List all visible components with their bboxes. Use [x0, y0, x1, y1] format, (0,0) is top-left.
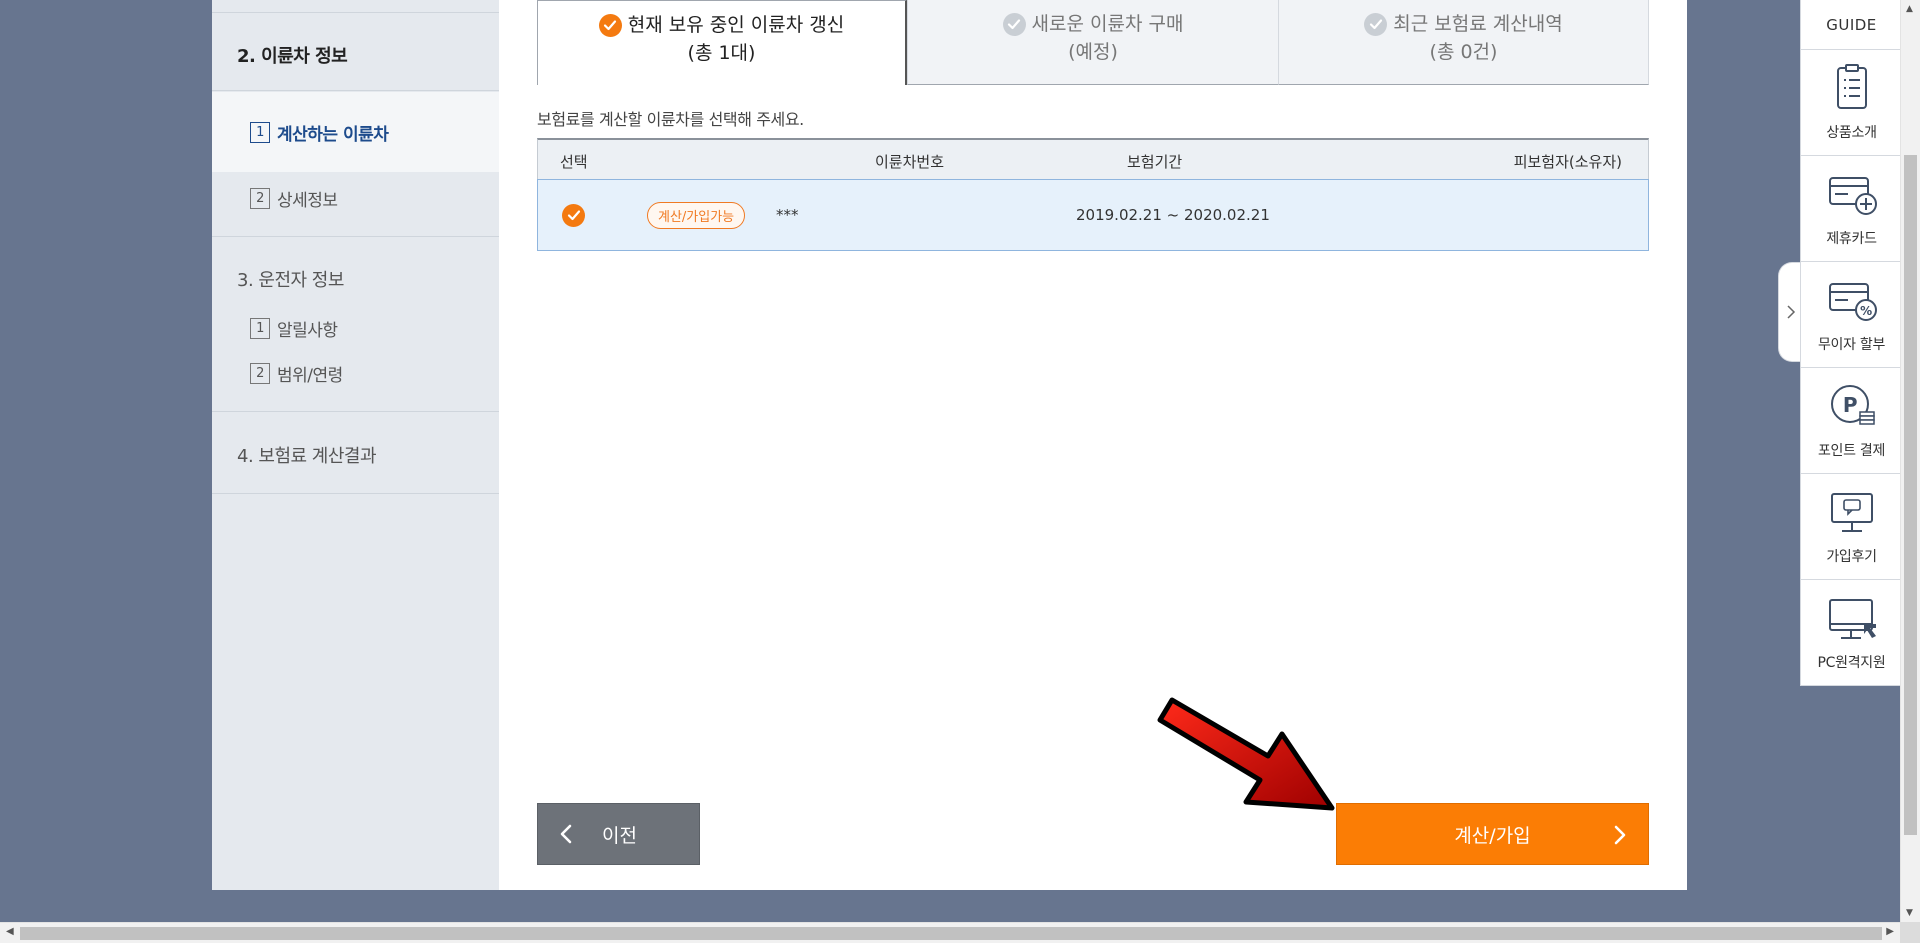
- guide-item-label: 제휴카드: [1826, 230, 1877, 247]
- status-badge: 계산/가입가능: [647, 201, 746, 229]
- guide-item-label: PC원격지원: [1817, 654, 1886, 671]
- divider: [212, 493, 499, 494]
- horizontal-scroll-thumb[interactable]: [20, 927, 1882, 940]
- svg-text:P: P: [1842, 393, 1856, 417]
- svg-text:%: %: [1860, 304, 1872, 318]
- credit-card-plus-icon: [1828, 176, 1877, 215]
- vertical-scrollbar[interactable]: ▲ ▼: [1900, 0, 1920, 922]
- prev-button-label: 이전: [602, 824, 637, 847]
- header-select: 선택: [560, 153, 588, 171]
- check-circle-icon[interactable]: [562, 203, 585, 227]
- scroll-up-icon[interactable]: ▲: [1906, 4, 1913, 14]
- guide-item-reviews[interactable]: 가입후기: [1801, 474, 1902, 580]
- red-arrow-annotation: [1157, 697, 1335, 811]
- clipboard-list-icon: [1836, 63, 1867, 109]
- row-period: 2019.02.21 ~ 2020.02.21: [1076, 206, 1270, 224]
- header-period: 보험기간: [1127, 153, 1183, 171]
- scroll-down-icon[interactable]: ▼: [1906, 908, 1913, 918]
- guide-item-label: 상품소개: [1826, 124, 1877, 141]
- check-circle-icon: [598, 13, 622, 37]
- main-panel: 2. 이륜차 정보 1 계산하는 이륜차 2 상세정보 3. 운전자 정보 1 …: [212, 0, 1687, 890]
- vehicle-tabs: 현재 보유 중인 이륜차 갱신 (총 1대) 새로운 이륜차 구매 (예정) 최…: [537, 0, 1649, 85]
- sidebar-item-notice[interactable]: 1 알릴사항: [212, 310, 499, 346]
- tab-subtitle: (총 1대): [687, 42, 756, 64]
- table-row[interactable]: 계산/가입가능 *** 2019.02.21 ~ 2020.02.21: [537, 179, 1649, 251]
- monitor-cursor-icon: [1828, 598, 1876, 639]
- sidebar-step-vehicle-info[interactable]: 2. 이륜차 정보: [212, 42, 499, 68]
- vertical-scroll-thumb[interactable]: [1904, 155, 1917, 835]
- tab-title: 새로운 이륜차 구매: [1031, 13, 1184, 35]
- chevron-right-icon: [1614, 825, 1626, 845]
- step-number: 2: [250, 187, 270, 209]
- check-circle-icon: [1002, 12, 1026, 36]
- sidebar-steps: 2. 이륜차 정보 1 계산하는 이륜차 2 상세정보 3. 운전자 정보 1 …: [212, 0, 499, 890]
- vehicle-table: 선택 이륜차번호 보험기간 피보험자(소유자) 계산/가입가능 *** 2019…: [537, 138, 1649, 251]
- step-number: 2: [250, 362, 270, 384]
- scrollbar-corner: [1900, 922, 1920, 943]
- divider: [212, 12, 499, 13]
- header-vehicle-no: 이륜차번호: [875, 153, 945, 171]
- guide-item-label: 무이자 할부: [1817, 336, 1886, 353]
- guide-item-installment[interactable]: % 무이자 할부: [1801, 262, 1902, 368]
- chevron-left-icon: [560, 824, 572, 844]
- divider: [212, 236, 499, 237]
- chevron-right-icon: [1786, 305, 1795, 319]
- guide-item-point-payment[interactable]: P 포인트 결제: [1801, 368, 1902, 474]
- credit-card-percent-icon: %: [1828, 282, 1877, 321]
- tab-subtitle: (예정): [1068, 41, 1118, 63]
- sidebar-item-label: 알릴사항: [277, 320, 338, 341]
- guide-panel-toggle[interactable]: [1778, 262, 1802, 362]
- point-coin-icon: P: [1830, 384, 1875, 425]
- sidebar-step-premium-result[interactable]: 4. 보험료 계산결과: [212, 442, 499, 468]
- sidebar-item-label: 계산하는 이륜차: [277, 124, 389, 145]
- tab-new-purchase[interactable]: 새로운 이륜차 구매 (예정): [907, 0, 1278, 85]
- header-insured: 피보험자(소유자): [1513, 153, 1622, 171]
- tab-title: 현재 보유 중인 이륜차 갱신: [627, 14, 845, 36]
- tab-renew-current[interactable]: 현재 보유 중인 이륜차 갱신 (총 1대): [537, 0, 907, 85]
- row-select[interactable]: [562, 180, 585, 250]
- divider: [212, 90, 499, 91]
- sidebar-item-calc-vehicle[interactable]: 1 계산하는 이륜차: [212, 92, 499, 172]
- step-number: 1: [250, 317, 270, 339]
- tab-subtitle: (총 0건): [1429, 41, 1498, 63]
- step-number: 1: [250, 121, 270, 143]
- sidebar-item-label: 범위/연령: [277, 365, 343, 386]
- check-circle-icon: [1364, 12, 1388, 36]
- sidebar-step-driver-info[interactable]: 3. 운전자 정보: [212, 266, 499, 292]
- instruction-text: 보험료를 계산할 이륜차를 선택해 주세요.: [537, 110, 804, 129]
- guide-item-label: 가입후기: [1826, 548, 1877, 565]
- sidebar-item-detail-info[interactable]: 2 상세정보: [212, 180, 499, 216]
- tab-title: 최근 보험료 계산내역: [1393, 13, 1563, 35]
- horizontal-scrollbar[interactable]: ◀ ▶: [0, 922, 1900, 943]
- table-header: 선택 이륜차번호 보험기간 피보험자(소유자): [537, 138, 1649, 179]
- guide-title: GUIDE: [1801, 0, 1902, 50]
- guide-panel: GUIDE 상품소개 제휴카드 % 무이자 할부 P 포인트 결제 가입후기 P…: [1800, 0, 1902, 686]
- scroll-left-icon[interactable]: ◀: [6, 926, 14, 937]
- calc-join-button-label: 계산/가입: [1454, 824, 1531, 847]
- scroll-right-icon[interactable]: ▶: [1886, 926, 1894, 937]
- sidebar-item-range-age[interactable]: 2 범위/연령: [212, 355, 499, 391]
- guide-item-remote-support[interactable]: PC원격지원: [1801, 580, 1902, 686]
- divider: [212, 411, 499, 412]
- monitor-chat-icon: [1830, 492, 1873, 532]
- guide-item-partner-card[interactable]: 제휴카드: [1801, 156, 1902, 262]
- calc-join-button[interactable]: 계산/가입: [1336, 803, 1649, 865]
- row-vehicle-no: ***: [776, 206, 799, 224]
- guide-item-product-intro[interactable]: 상품소개: [1801, 50, 1902, 156]
- prev-button[interactable]: 이전: [537, 803, 700, 865]
- sidebar-item-label: 상세정보: [277, 190, 338, 211]
- tab-recent-history[interactable]: 최근 보험료 계산내역 (총 0건): [1278, 0, 1649, 85]
- guide-item-label: 포인트 결제: [1817, 442, 1886, 459]
